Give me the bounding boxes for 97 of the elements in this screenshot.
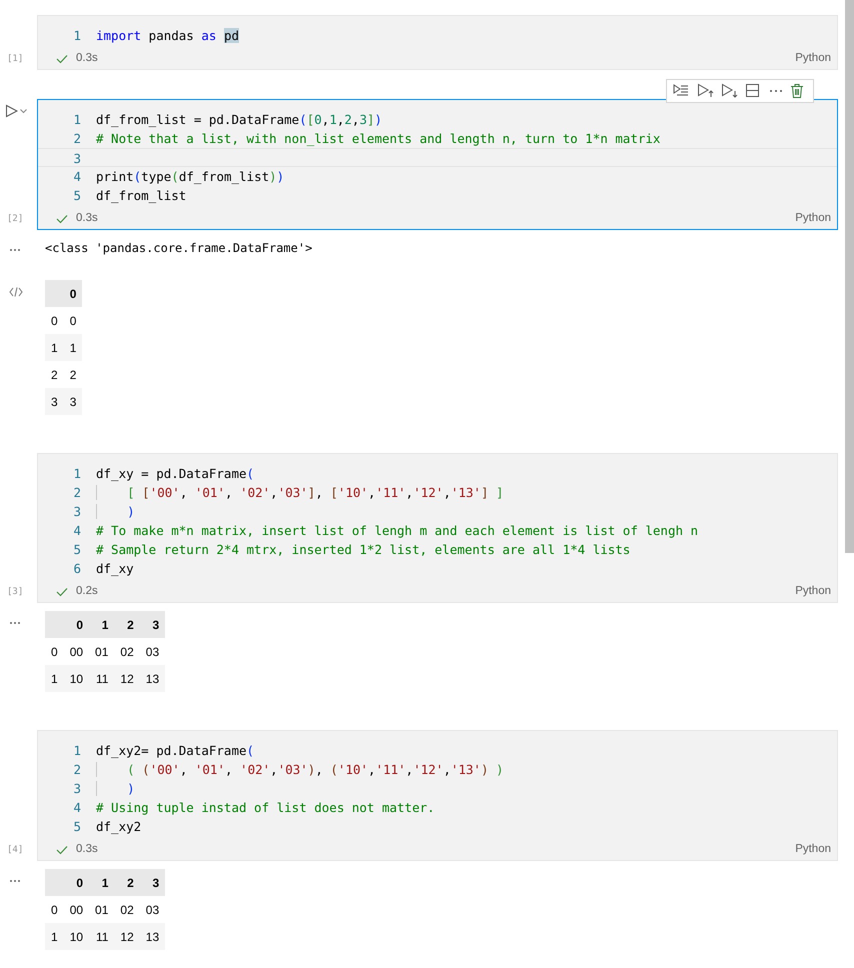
table-cell: 02 — [114, 638, 140, 665]
row-index: 2 — [45, 361, 64, 388]
code-line: df_from_list — [95, 187, 186, 205]
execution-count: [1] — [7, 52, 24, 66]
table-cell: 01 — [89, 638, 114, 665]
code-line: # Using tuple instad of list does not matter. — [95, 799, 435, 817]
column-header: 2 — [114, 611, 140, 638]
line-number: 3 — [72, 503, 81, 521]
execution-time: 0.2s — [76, 584, 98, 600]
table-cell: 03 — [140, 638, 166, 665]
table-cell: 13 — [140, 665, 166, 692]
chevron-down-icon[interactable] — [20, 108, 27, 114]
line-number: 2 — [72, 761, 81, 779]
code-line: df_xy2= pd.DataFrame( — [95, 742, 254, 760]
code-line: ) — [81, 502, 135, 521]
execution-time: 0.3s — [76, 842, 98, 858]
execution-time: 0.3s — [76, 51, 98, 66]
table-cell: 0 — [64, 307, 82, 334]
table-cell: 10 — [64, 923, 90, 950]
table-cell: 11 — [89, 923, 114, 950]
line-number: 1 — [72, 742, 81, 760]
row-index: 0 — [45, 896, 64, 923]
line-number: 6 — [72, 560, 81, 578]
code-line: # To make m*n matrix, insert list of lengh m and each element is list of lengh n — [95, 522, 698, 540]
column-header: 3 — [140, 611, 166, 638]
code-cell[interactable]: 1 df_xy2= pd.DataFrame( 2 ( ('00', '01', '02','03'), ('10','11','12','13') ) 3 ) 4 # Using tuple instad of list does not matter. 5 df_xy2 0.3s Python — [37, 730, 838, 861]
code-line: df_from_list = pd.DataFrame([0,1,2,3]) — [95, 111, 382, 129]
column-header: 0 — [64, 869, 90, 896]
line-number: 1 — [72, 111, 81, 129]
execution-count: [2] — [7, 212, 24, 226]
code-line: [ ['00', '01', '02','03'], ['10','11','12','13'] ] — [81, 483, 504, 502]
more-icon[interactable] — [9, 620, 21, 625]
table-cell: 12 — [114, 923, 140, 950]
table-cell: 03 — [140, 896, 166, 923]
line-number: 3 — [72, 150, 81, 166]
column-header: 3 — [140, 869, 166, 896]
line-number: 5 — [72, 541, 81, 559]
row-index: 1 — [45, 665, 64, 692]
line-number: 3 — [72, 780, 81, 798]
code-cell[interactable]: 1 df_from_list = pd.DataFrame([0,1,2,3]) 2 # Note that a list, with non_list elements and length n, turn to 1*n matrix 3 4 print(type(df_from_list)) 5 df_from_list 0.3s Python — [37, 99, 838, 230]
language-label[interactable]: Python — [795, 210, 831, 228]
code-cell[interactable]: 1 import pandas as pd 0.3s Python — [37, 15, 838, 70]
code-cell[interactable] — [37, 453, 838, 603]
line-number: 5 — [72, 818, 81, 836]
table-cell: 2 — [64, 361, 82, 388]
line-number: 1 — [72, 27, 81, 45]
table-cell: 12 — [114, 665, 140, 692]
row-index: 0 — [45, 638, 64, 665]
code-line: print(type(df_from_list)) — [95, 168, 284, 186]
row-index: 3 — [45, 388, 64, 415]
play-up-arrow-icon[interactable] — [697, 83, 714, 99]
table-cell: 3 — [64, 388, 82, 415]
column-header: 1 — [89, 869, 114, 896]
column-header: 0 — [64, 280, 82, 307]
table-cell: 11 — [89, 665, 114, 692]
code-line: ( ('00', '01', '02','03'), ('10','11','12','13') ) — [81, 760, 504, 779]
line-number: 2 — [72, 130, 81, 148]
execution-count: [4] — [7, 844, 24, 856]
more-icon[interactable] — [9, 248, 21, 252]
output-text: <class 'pandas.core.frame.DataFrame'> — [45, 240, 312, 257]
table-cell: 00 — [64, 638, 90, 665]
code-line: df_xy2 — [95, 818, 142, 836]
code-line: df_xy — [95, 560, 134, 578]
execution-time: 0.3s — [76, 211, 98, 226]
language-label[interactable]: Python — [795, 583, 831, 601]
table-cell: 1 — [64, 334, 82, 361]
code-line: import pandas as pd — [95, 27, 240, 45]
play-down-arrow-icon[interactable] — [721, 83, 738, 99]
column-header: 1 — [89, 611, 114, 638]
line-number: 2 — [72, 484, 81, 502]
code-line: # Sample return 2*4 mtrx, inserted 1*2 list, elements are all 1*4 lists — [95, 541, 630, 559]
line-number: 4 — [72, 168, 81, 186]
language-label[interactable]: Python — [795, 50, 831, 68]
code-line: ) — [81, 779, 135, 798]
execution-count: [3] — [7, 586, 24, 598]
table-cell: 10 — [64, 665, 90, 692]
row-index: 0 — [45, 307, 64, 334]
code-icon[interactable] — [9, 286, 23, 297]
line-number: 4 — [72, 799, 81, 817]
code-line: # Note that a list, with non_list elements and length n, turn to 1*n matrix — [95, 130, 660, 148]
column-header: 0 — [64, 611, 90, 638]
row-index: 1 — [45, 334, 64, 361]
table-cell: 00 — [64, 896, 90, 923]
language-label[interactable]: Python — [795, 841, 831, 859]
table-cell: 13 — [140, 923, 166, 950]
column-header: 2 — [114, 869, 140, 896]
line-number: 5 — [72, 187, 81, 205]
code-line: df_xy = pd.DataFrame( — [95, 465, 254, 483]
more-icon[interactable] — [9, 878, 21, 883]
split-cell-icon[interactable] — [745, 83, 762, 99]
line-number: 4 — [72, 522, 81, 540]
run-icon[interactable] — [5, 104, 18, 118]
row-index: 1 — [45, 923, 64, 950]
line-number: 1 — [72, 465, 81, 483]
table-cell: 02 — [114, 896, 140, 923]
table-cell: 01 — [89, 896, 114, 923]
scrollbar-thumb[interactable] — [845, 0, 854, 553]
